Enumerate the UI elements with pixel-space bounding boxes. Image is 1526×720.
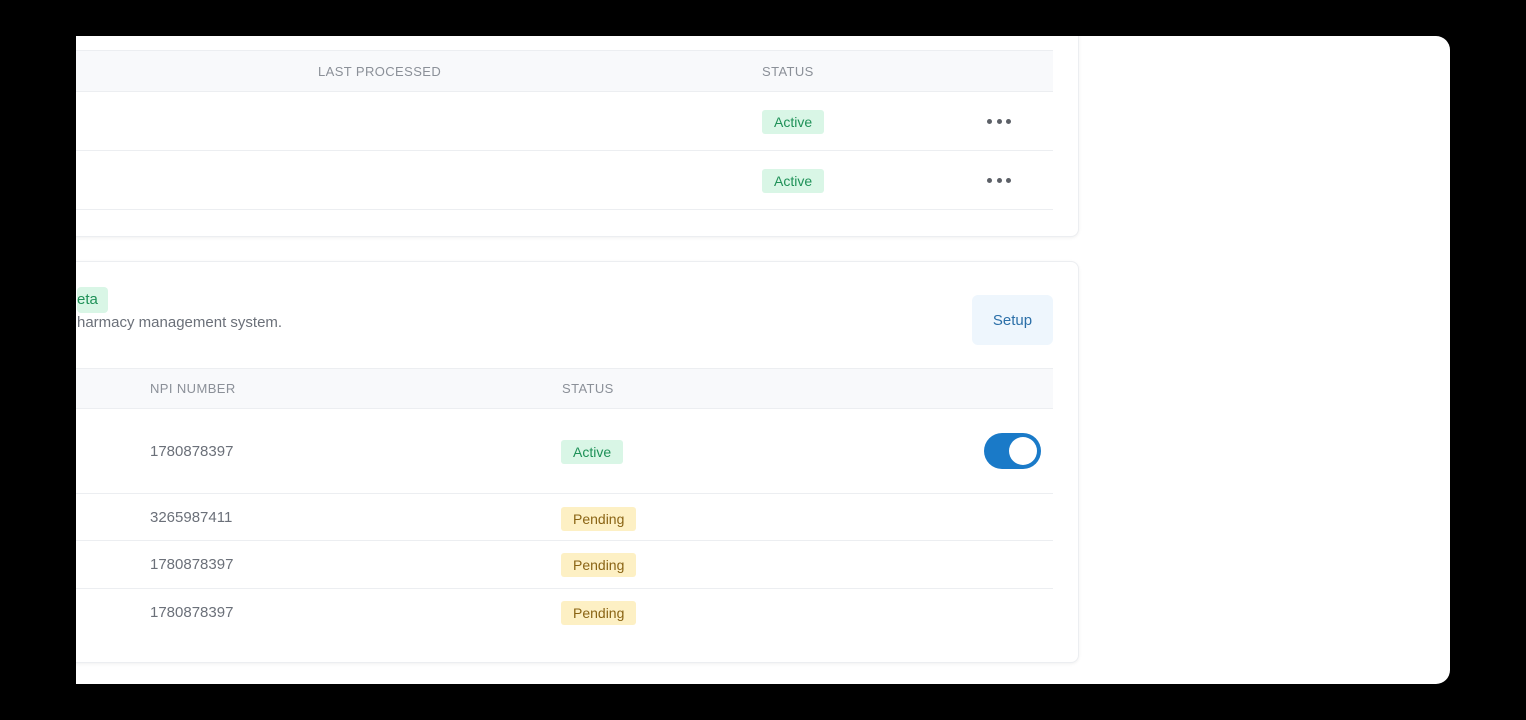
npi-number: 1780878397 bbox=[150, 604, 234, 621]
table-row[interactable]: 1780878397 Pending bbox=[76, 589, 1053, 636]
integration-card: eta harmacy management system. Setup NPI… bbox=[76, 261, 1079, 663]
npi-number: 1780878397 bbox=[150, 556, 234, 573]
table-row[interactable]: 1780878397 Pending bbox=[76, 541, 1053, 589]
status-badge: Active bbox=[762, 169, 825, 193]
table-row[interactable]: 3265987411 Pending bbox=[76, 494, 1053, 541]
processing-table-card: LAST PROCESSED STATUS Active Active bbox=[76, 36, 1079, 237]
table-row[interactable]: Active bbox=[76, 151, 1053, 210]
more-horizontal-icon[interactable] bbox=[987, 116, 1011, 126]
status-badge: Pending bbox=[561, 601, 637, 625]
table-header: NPI NUMBER STATUS bbox=[76, 368, 1053, 409]
status-badge: Pending bbox=[561, 507, 637, 531]
status-badge: Active bbox=[561, 440, 624, 464]
status-badge: Active bbox=[762, 110, 825, 134]
column-header-npi-number: NPI NUMBER bbox=[150, 381, 236, 396]
column-header-status: STATUS bbox=[562, 381, 614, 396]
setup-button[interactable]: Setup bbox=[972, 295, 1053, 345]
status-badge: Pending bbox=[561, 553, 637, 577]
app-window: LAST PROCESSED STATUS Active Active eta … bbox=[76, 36, 1450, 684]
npi-number: 3265987411 bbox=[150, 509, 233, 526]
column-header-last-processed: LAST PROCESSED bbox=[318, 64, 442, 79]
beta-badge: eta bbox=[77, 287, 108, 313]
table-row[interactable]: 1780878397 Active bbox=[76, 409, 1053, 494]
more-horizontal-icon[interactable] bbox=[987, 175, 1011, 185]
enabled-toggle[interactable] bbox=[984, 433, 1041, 469]
column-header-status: STATUS bbox=[762, 64, 814, 79]
toggle-knob bbox=[1009, 437, 1037, 465]
npi-number: 1780878397 bbox=[150, 443, 234, 460]
integration-description: harmacy management system. bbox=[77, 314, 283, 331]
table-row[interactable]: Active bbox=[76, 92, 1053, 151]
table-header: LAST PROCESSED STATUS bbox=[76, 50, 1053, 92]
